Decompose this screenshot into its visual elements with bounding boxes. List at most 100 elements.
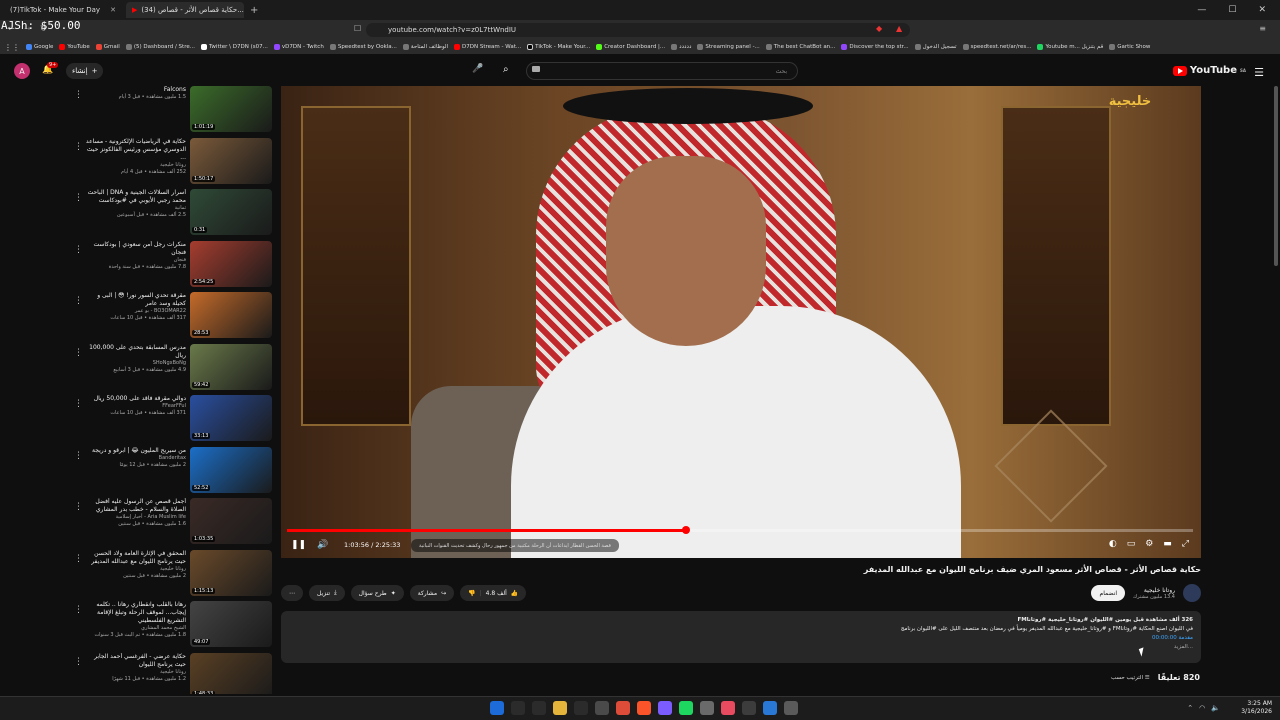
search-input[interactable]: بحث — [526, 62, 798, 80]
channel-avatar[interactable] — [1183, 584, 1201, 602]
close-icon[interactable]: ✕ — [110, 6, 116, 14]
create-button[interactable]: إنشاء + — [66, 63, 104, 79]
bookmark-item[interactable]: speedtest.net/ar/res... — [962, 44, 1031, 50]
more-options-icon[interactable]: ⋮ — [74, 605, 83, 615]
more-options-icon[interactable]: ⋮ — [74, 142, 83, 152]
hamburger-menu-icon[interactable]: ☰ — [1254, 66, 1264, 79]
bookmark-icon[interactable]: ☐ — [354, 24, 361, 33]
bookmark-item[interactable]: Youtube m... قم بتنزيل — [1037, 44, 1103, 50]
sort-comments-button[interactable]: ☰ الترتيب حسب — [1111, 675, 1150, 681]
mic-icon[interactable]: 🎤 — [472, 64, 483, 74]
tab-youtube[interactable]: ▶(34) حكاية قصاص الأثر - قصاص...✕ — [126, 2, 244, 18]
related-video-item[interactable]: ⋮ Falcons 1.5 مليون مشاهدة • قبل 3 أيام 1:0… — [70, 86, 276, 136]
taskbar-app-icon[interactable] — [637, 701, 651, 715]
related-video-thumbnail[interactable]: 1:01:19 — [190, 86, 272, 132]
bookmark-item[interactable]: Speedtest by Ookla... — [329, 44, 397, 50]
avatar[interactable]: A — [14, 63, 30, 79]
description-more[interactable]: ...المزيد — [289, 643, 1193, 652]
ask-button[interactable]: طرح سؤال ✦ — [350, 585, 404, 601]
timestamp-link[interactable]: مقدمة 00:00:00 — [1152, 635, 1193, 641]
more-options-icon[interactable]: ⋮ — [74, 554, 83, 564]
related-video-thumbnail[interactable]: 2:54:25 — [190, 240, 272, 287]
volume-icon[interactable]: 🔊 — [317, 540, 328, 550]
channel-name[interactable]: روتانا خليجية — [1133, 587, 1175, 594]
taskbar-app-icon[interactable] — [658, 701, 672, 715]
bookmark-item[interactable]: D7DN Stream - Wat... — [454, 44, 521, 50]
more-options-icon[interactable]: ⋮ — [74, 245, 83, 255]
more-options-icon[interactable]: ⋮ — [74, 90, 83, 100]
taskbar-app-icon[interactable] — [553, 701, 567, 715]
bookmark-item[interactable]: Google — [26, 44, 53, 50]
related-video-thumbnail[interactable]: 59:42 — [190, 343, 272, 390]
settings-gear-icon[interactable]: ⚙ — [1145, 539, 1153, 549]
bookmark-item[interactable]: The best ChatBot an... — [765, 44, 835, 50]
related-video-item[interactable]: ⋮ أسرار السلالات الجينية و DNA | الباحث م… — [70, 189, 276, 239]
wifi-icon[interactable]: ◠ — [1199, 704, 1205, 712]
bookmark-item[interactable]: TikTok - Make Your... — [527, 44, 590, 50]
more-options-icon[interactable]: ⋮ — [74, 399, 83, 409]
related-video-thumbnail[interactable]: 1:48:33 — [190, 652, 272, 694]
bookmark-item[interactable]: Twitter \ D7DN (s07... — [200, 44, 268, 50]
bookmark-item[interactable]: Discover the top str... — [841, 44, 909, 50]
taskbar-app-icon[interactable] — [532, 701, 546, 715]
maximize-icon[interactable]: ☐ — [1228, 5, 1236, 15]
bookmark-item[interactable]: (5) Dashboard / Stre... — [125, 44, 195, 50]
more-options-icon[interactable]: ⋮ — [74, 296, 83, 306]
related-video-thumbnail[interactable]: 28:53 — [190, 292, 272, 338]
bookmark-item[interactable]: YouTube — [59, 44, 90, 50]
taskbar-app-icon[interactable] — [574, 701, 588, 715]
related-video-item[interactable]: ⋮ حكاية في الرياضيات الإلكترونية - مساعد … — [70, 137, 276, 188]
bookmark-item[interactable]: تسجيل الدخول — [914, 44, 957, 50]
taskbar-app-icon[interactable] — [595, 701, 609, 715]
taskbar-app-icon[interactable] — [679, 701, 693, 715]
related-video-item[interactable]: ⋮ منكرات رجل أمن سعودي | بودكاست فنجان فنج… — [70, 240, 276, 291]
bookmark-item[interactable]: vD7DN - Twitch — [273, 44, 324, 50]
clock[interactable]: 3:25 AM 3/16/2026 — [1241, 700, 1272, 716]
url-field[interactable]: youtube.com/watch?v=z0L7ttWndIU — [366, 23, 910, 37]
related-video-thumbnail[interactable]: 49:07 — [190, 601, 272, 647]
dislike-icon[interactable]: 👎 — [468, 590, 475, 597]
minimize-icon[interactable]: — — [1197, 5, 1206, 15]
download-button[interactable]: تنزيل ⤓ — [309, 585, 345, 601]
speaker-icon[interactable]: 🔈 — [1211, 704, 1220, 712]
taskbar-app-icon[interactable] — [511, 701, 525, 715]
notifications-icon[interactable]: 🔔 9+ — [42, 62, 59, 75]
chevron-up-icon[interactable]: ⌃ — [1187, 704, 1193, 712]
more-options-icon[interactable]: ⋮ — [74, 193, 83, 203]
tab-tiktok[interactable]: (7)TikTok - Make Your Day ✕ — [4, 2, 122, 18]
more-options-icon[interactable]: ⋮ — [74, 348, 83, 358]
taskbar-app-icon[interactable] — [721, 701, 735, 715]
taskbar-app-icon[interactable] — [742, 701, 756, 715]
new-tab-icon[interactable]: + — [250, 5, 258, 16]
related-video-thumbnail[interactable]: 1:50:17 — [190, 137, 272, 184]
like-icon[interactable]: 👍 — [511, 590, 518, 597]
fullscreen-icon[interactable]: ⤢ — [1182, 539, 1189, 549]
youtube-logo[interactable]: YouTube SA — [1172, 65, 1246, 76]
taskbar-app-icon[interactable] — [700, 701, 714, 715]
subtitles-icon[interactable]: ▭ — [1127, 539, 1136, 549]
brave-rewards-icon[interactable]: ▲ — [896, 24, 902, 33]
share-button[interactable]: مشاركة ↪ — [409, 585, 455, 601]
brave-shield-icon[interactable]: ◆ — [876, 24, 882, 33]
keyboard-icon[interactable] — [532, 66, 540, 72]
progress-bar[interactable] — [287, 526, 1193, 534]
related-video-thumbnail[interactable]: 52:52 — [190, 446, 272, 493]
related-video-thumbnail[interactable]: 33:13 — [190, 395, 272, 441]
taskbar-app-icon[interactable] — [784, 701, 798, 715]
taskbar-app-icon[interactable] — [616, 701, 630, 715]
video-player[interactable]: خليجية ❚❚ 🔊 1:03:56 / 2:25:33 قصة الحسن … — [281, 86, 1201, 558]
pause-icon[interactable]: ❚❚ — [291, 540, 306, 550]
close-window-icon[interactable]: ✕ — [1258, 5, 1266, 15]
apps-icon[interactable]: ⋮⋮ — [4, 43, 20, 52]
scrubber-handle[interactable] — [681, 526, 690, 534]
more-options-icon[interactable]: ⋮ — [74, 451, 83, 461]
join-button[interactable]: انضمام — [1091, 585, 1126, 601]
related-video-item[interactable]: ⋮ من سيربح المليون 😂 | ابرقو و دريجة Bande… — [70, 446, 276, 497]
bookmark-item[interactable]: ددددد — [671, 44, 691, 50]
bookmark-item[interactable]: Gartic Show — [1109, 44, 1150, 50]
autoplay-toggle-icon[interactable]: ◐ — [1109, 539, 1117, 549]
more-options-icon[interactable]: ⋮ — [74, 502, 83, 512]
related-video-item[interactable]: ⋮ المحقق في الإثارة العامة ولاد الحسن حيث… — [70, 549, 276, 600]
more-actions-button[interactable]: ⋯ — [281, 585, 303, 601]
related-video-item[interactable]: ⋮ مدرس المسابقة بتحدي على 100,000 ريال SHo… — [70, 343, 276, 394]
